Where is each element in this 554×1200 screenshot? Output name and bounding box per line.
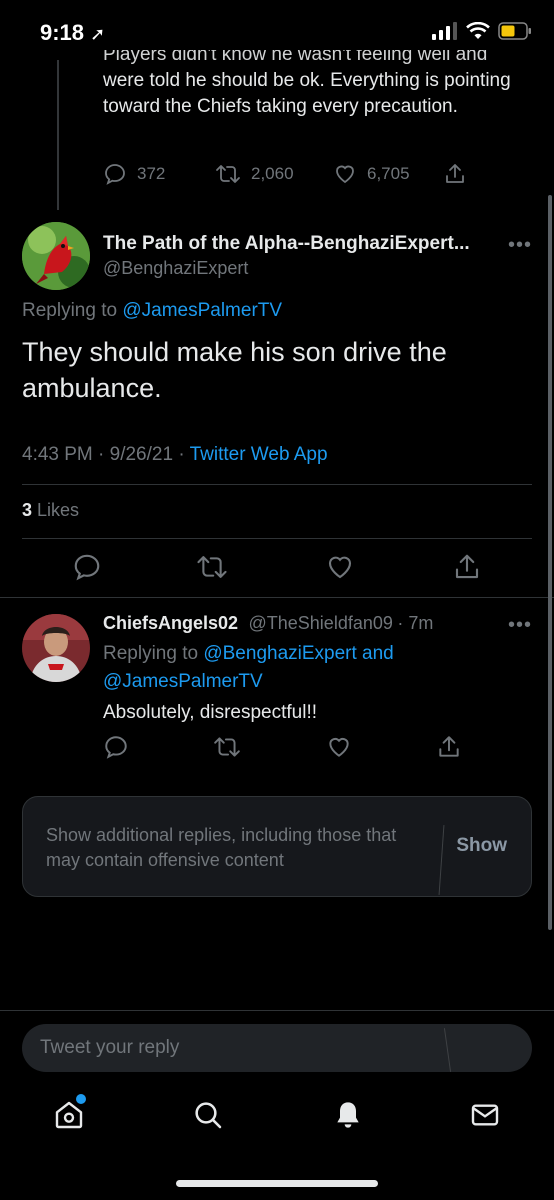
reply-header: ChiefsAngels02 @TheShieldfan09 · 7m bbox=[103, 613, 433, 634]
like-button[interactable] bbox=[325, 552, 355, 587]
retweet-icon bbox=[214, 737, 240, 757]
divider bbox=[22, 484, 532, 485]
heart-icon bbox=[328, 556, 352, 579]
reply-icon bbox=[105, 164, 125, 185]
divider bbox=[22, 538, 532, 539]
share-icon bbox=[455, 554, 479, 579]
tweet-timestamp[interactable]: 4:43 PM · 9/26/21 · bbox=[22, 444, 190, 465]
share-icon bbox=[446, 164, 464, 183]
clock: 9:18 bbox=[40, 20, 85, 45]
reply-replying-prefix: Replying to bbox=[103, 643, 199, 664]
heart-icon bbox=[336, 165, 354, 184]
reply-share-button[interactable] bbox=[436, 734, 462, 765]
tab-notifications[interactable] bbox=[332, 1099, 364, 1136]
more-options-icon[interactable]: ••• bbox=[508, 234, 532, 257]
cardinal-avatar-image bbox=[22, 222, 90, 290]
reply-age[interactable]: · 7m bbox=[397, 613, 433, 633]
reply-input-placeholder: Tweet your reply bbox=[40, 1037, 180, 1058]
reply-text: Absolutely, disrespectful!! bbox=[103, 702, 318, 723]
reply-icon bbox=[105, 736, 127, 759]
replying-to: Replying to @JamesPalmerTV bbox=[22, 300, 282, 322]
retweet-action[interactable]: 2,060 bbox=[215, 162, 333, 186]
thread-line bbox=[57, 60, 59, 210]
like-total: 3 bbox=[22, 500, 33, 520]
reply-avatar[interactable] bbox=[22, 614, 90, 682]
retweet-button[interactable] bbox=[196, 552, 228, 587]
player-avatar-image bbox=[22, 614, 90, 682]
previous-tweet-cut-line: Players didn't know he wasn't feeling we… bbox=[103, 50, 488, 65]
home-indicator[interactable] bbox=[176, 1180, 378, 1187]
display-name[interactable]: The Path of the Alpha--BenghaziExpert... bbox=[103, 233, 503, 255]
reply-reply-button[interactable] bbox=[103, 734, 129, 765]
additional-replies-card: Show additional replies, including those… bbox=[22, 796, 532, 897]
reply-handle[interactable]: @TheShieldfan09 bbox=[249, 613, 393, 633]
avatar[interactable] bbox=[22, 222, 90, 290]
main-tweet-text: They should make his son drive the ambul… bbox=[22, 337, 447, 403]
status-time: 9:18 ➚ bbox=[40, 20, 105, 46]
previous-tweet-text: Players didn't know he wasn't feeling we… bbox=[103, 50, 523, 120]
like-count: 6,705 bbox=[367, 164, 410, 183]
battery-icon bbox=[498, 22, 531, 40]
replying-prefix: Replying to bbox=[22, 300, 118, 321]
reply-replying-to: Replying to @BenghaziExpert and @JamesPa… bbox=[103, 640, 483, 696]
reply-input[interactable]: Tweet your reply bbox=[22, 1024, 532, 1072]
scrollbar[interactable] bbox=[548, 195, 552, 930]
tab-home[interactable] bbox=[53, 1094, 86, 1136]
reply-retweet-button[interactable] bbox=[213, 734, 241, 765]
share-button[interactable] bbox=[452, 552, 482, 587]
tweet-source[interactable]: Twitter Web App bbox=[190, 444, 328, 465]
share-action[interactable] bbox=[443, 162, 467, 186]
tab-search[interactable] bbox=[192, 1099, 224, 1136]
divider bbox=[443, 1028, 452, 1072]
retweet-icon bbox=[197, 556, 227, 578]
tweet-meta: 4:43 PM · 9/26/21 · Twitter Web App bbox=[22, 444, 328, 466]
previous-tweet-actions: 372 2,060 6,705 bbox=[103, 162, 467, 186]
like-action[interactable]: 6,705 bbox=[333, 162, 443, 186]
status-indicators bbox=[432, 22, 532, 40]
divider bbox=[0, 1010, 554, 1011]
tab-bar bbox=[0, 1085, 554, 1155]
reply-more-options-icon[interactable]: ••• bbox=[508, 614, 532, 637]
main-tweet-header: The Path of the Alpha--BenghaziExpert... bbox=[103, 233, 503, 255]
divider bbox=[438, 825, 445, 895]
additional-replies-text: Show additional replies, including those… bbox=[46, 825, 397, 870]
show-replies-button[interactable]: Show bbox=[456, 835, 507, 857]
likes-label: Likes bbox=[37, 500, 80, 520]
retweet-count: 2,060 bbox=[251, 164, 294, 183]
retweet-icon bbox=[216, 165, 240, 183]
previous-tweet-body: were told he should be ok. Everything is… bbox=[103, 70, 511, 117]
divider bbox=[0, 597, 554, 598]
heart-icon bbox=[329, 737, 349, 757]
signal-icon bbox=[432, 22, 457, 40]
reply-button[interactable] bbox=[72, 552, 102, 587]
reply-count: 372 bbox=[137, 164, 166, 183]
notification-dot bbox=[76, 1094, 86, 1104]
reply-icon bbox=[74, 554, 100, 581]
envelope-icon bbox=[471, 1104, 499, 1126]
search-icon bbox=[195, 1102, 222, 1129]
handle[interactable]: @BenghaziExpert bbox=[103, 258, 248, 279]
reply-display-name[interactable]: ChiefsAngels02 bbox=[103, 613, 238, 633]
location-arrow-icon: ➚ bbox=[90, 24, 106, 44]
reply-like-button[interactable] bbox=[326, 734, 352, 765]
share-icon bbox=[439, 736, 459, 757]
replying-to-link[interactable]: @JamesPalmerTV bbox=[122, 300, 282, 321]
likes-summary[interactable]: 3 Likes bbox=[22, 500, 79, 521]
wifi-icon bbox=[466, 22, 490, 39]
reply-action[interactable]: 372 bbox=[103, 162, 215, 186]
tab-messages[interactable] bbox=[469, 1099, 501, 1136]
bell-icon bbox=[337, 1102, 359, 1128]
